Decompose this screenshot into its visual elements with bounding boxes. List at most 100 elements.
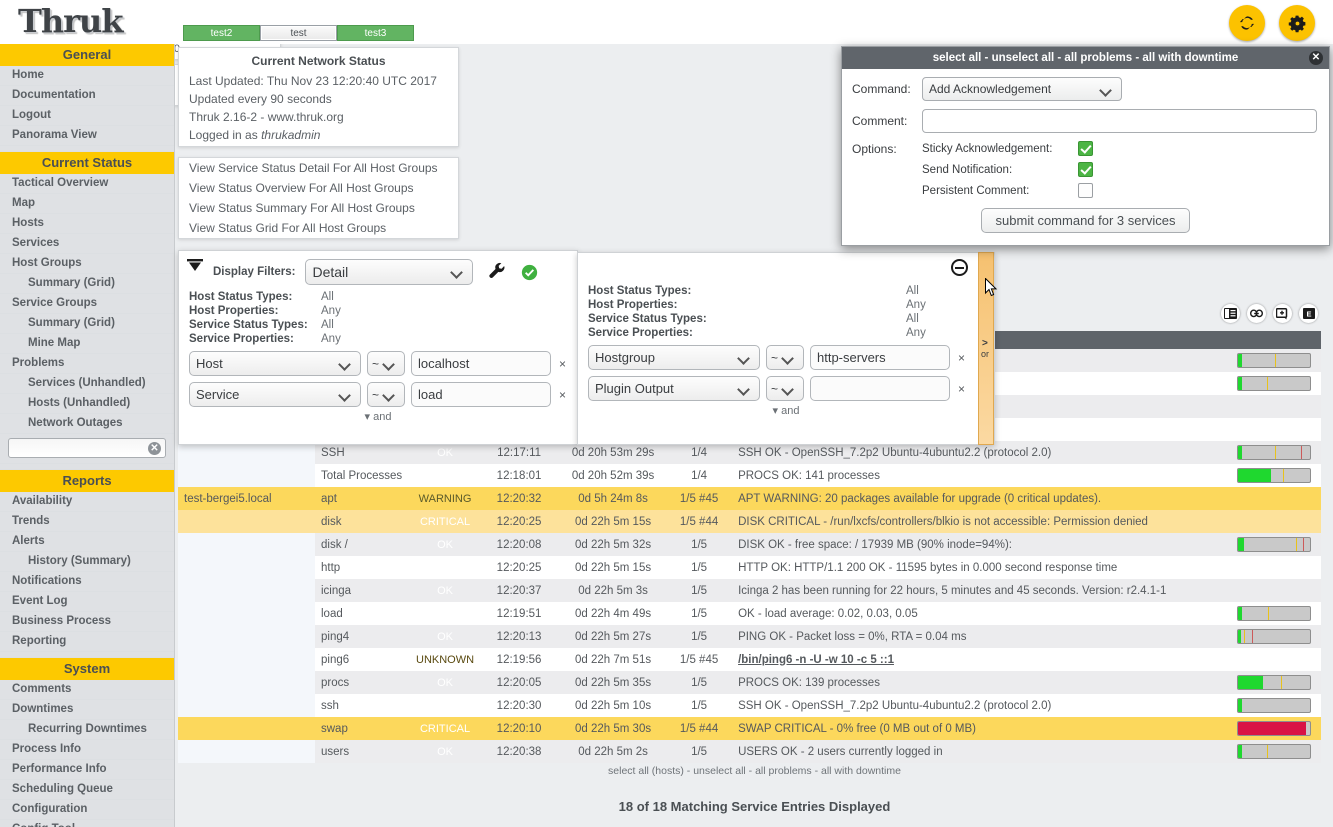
columns-icon[interactable] xyxy=(1221,304,1240,323)
cell-service[interactable]: http xyxy=(315,556,410,579)
status-information-link[interactable]: /bin/ping6 -n -U -w 10 -c 5 ::1 xyxy=(738,654,894,666)
cell-status-information[interactable]: /bin/ping6 -n -U -w 10 -c 5 ::1 xyxy=(730,648,1231,671)
filter-field-select[interactable]: Host xyxy=(189,351,361,376)
sidebar-item-trends[interactable]: Trends xyxy=(0,512,174,532)
sidebar-item-downtimes[interactable]: Downtimes xyxy=(0,700,174,720)
add-bookmark-icon[interactable] xyxy=(1273,304,1292,323)
table-row[interactable]: load OK 12:19:51 0d 22h 4m 49s 1/5 OK - load … xyxy=(178,602,1321,625)
option-checkbox[interactable] xyxy=(1078,162,1093,177)
table-row[interactable]: disk CRITICAL 12:20:25 0d 22h 5m 15s 1/5 #44… xyxy=(178,510,1321,533)
table-row[interactable]: test-bergei5.local apt WARNING 12:20:32 0d 5… xyxy=(178,487,1321,510)
filter-field-select[interactable]: Service xyxy=(189,382,361,407)
cell-host[interactable] xyxy=(178,510,315,533)
filter-operator-select[interactable]: ~ xyxy=(367,351,405,376)
sidebar-item-services-unhandled[interactable]: Services (Unhandled) xyxy=(0,374,174,394)
cell-service[interactable]: Total Processes xyxy=(315,464,410,487)
sidebar-item-availability[interactable]: Availability xyxy=(0,492,174,512)
submit-command-button[interactable]: submit command for 3 services xyxy=(980,208,1191,233)
sidebar-item-hosts-unhandled[interactable]: Hosts (Unhandled) xyxy=(0,394,174,414)
cell-host[interactable] xyxy=(178,579,315,602)
cell-service[interactable]: load xyxy=(315,602,410,625)
sidebar-item-process-info[interactable]: Process Info xyxy=(0,740,174,760)
sidebar-item-event-log[interactable]: Event Log xyxy=(0,592,174,612)
sidebar-item-mine-map[interactable]: Mine Map xyxy=(0,334,174,354)
filter-value-input[interactable] xyxy=(810,345,950,370)
site-tab[interactable]: test3 xyxy=(337,25,414,41)
sidebar-item-notifications[interactable]: Notifications xyxy=(0,572,174,592)
table-row[interactable]: ping4 OK 12:20:13 0d 22h 5m 27s 1/5 PING OK -… xyxy=(178,625,1321,648)
th-performance[interactable] xyxy=(1231,331,1321,349)
sidebar-item-history-summary[interactable]: History (Summary) xyxy=(0,552,174,572)
table-row[interactable]: ping6 UNKNOWN 12:19:56 0d 22h 7m 51s 1/5 #45… xyxy=(178,648,1321,671)
table-row[interactable]: http OK 12:20:25 0d 22h 5m 15s 1/5 HTTP OK: H… xyxy=(178,556,1321,579)
table-row[interactable]: ssh OK 12:20:30 0d 22h 5m 10s 1/5 SSH OK - Op… xyxy=(178,694,1321,717)
sidebar-item-tactical-overview[interactable]: Tactical Overview xyxy=(0,174,174,194)
option-checkbox[interactable] xyxy=(1078,183,1093,198)
filter-operator-select[interactable]: ~ xyxy=(367,382,405,407)
filter-value[interactable]: All xyxy=(906,313,919,325)
sidebar-item-panorama-view[interactable]: Panorama View xyxy=(0,126,174,146)
sidebar-item-config-tool[interactable]: Config Tool xyxy=(0,820,174,827)
cell-service[interactable]: apt xyxy=(315,487,410,510)
and-row[interactable]: ▾ and xyxy=(588,404,984,417)
filter-value-input[interactable] xyxy=(411,351,551,376)
collapse-icon[interactable] xyxy=(187,259,203,272)
cell-host[interactable] xyxy=(178,625,315,648)
sidebar-item-hosts[interactable]: Hosts xyxy=(0,214,174,234)
table-row[interactable]: Total Processes OK 12:18:01 0d 20h 52m 39s 1… xyxy=(178,464,1321,487)
cell-service[interactable]: disk / xyxy=(315,533,410,556)
sidebar-item-performance-info[interactable]: Performance Info xyxy=(0,760,174,780)
settings-button[interactable] xyxy=(1279,5,1315,41)
filter-value[interactable]: Any xyxy=(906,327,926,339)
option-checkbox[interactable] xyxy=(1078,141,1093,156)
cell-service[interactable]: disk xyxy=(315,510,410,533)
filter-value[interactable]: All xyxy=(321,291,334,303)
sidebar-item-summary-grid[interactable]: Summary (Grid) xyxy=(0,274,174,294)
cell-service[interactable]: ping6 xyxy=(315,648,410,671)
comment-input[interactable] xyxy=(922,109,1317,133)
sidebar-item-business-process[interactable]: Business Process xyxy=(0,612,174,632)
sidebar-item-service-groups[interactable]: Service Groups xyxy=(0,294,174,314)
display-filters-select[interactable]: Detail xyxy=(305,259,474,285)
command-modal-title[interactable]: select all - unselect all - all problems… xyxy=(933,52,1238,64)
sidebar-item-documentation[interactable]: Documentation xyxy=(0,86,174,106)
cell-service[interactable]: procs xyxy=(315,671,410,694)
link-icon[interactable] xyxy=(1247,304,1266,323)
remove-filter-icon[interactable]: × xyxy=(559,388,566,402)
refresh-button[interactable] xyxy=(1229,5,1265,41)
cell-host[interactable] xyxy=(178,602,315,625)
sidebar-item-alerts[interactable]: Alerts xyxy=(0,532,174,552)
sidebar-item-home[interactable]: Home xyxy=(0,66,174,86)
sidebar-item-map[interactable]: Map xyxy=(0,194,174,214)
remove-filter-icon[interactable]: × xyxy=(958,351,965,365)
search-input[interactable] xyxy=(8,438,166,458)
sidebar-item-configuration[interactable]: Configuration xyxy=(0,800,174,820)
cell-host[interactable] xyxy=(178,740,315,763)
sidebar-item-scheduling-queue[interactable]: Scheduling Queue xyxy=(0,780,174,800)
cell-host[interactable] xyxy=(178,717,315,740)
sidebar-item-problems[interactable]: Problems xyxy=(0,354,174,374)
bottom-select-links[interactable]: select all (hosts) - unselect all - all … xyxy=(176,765,1333,777)
table-row[interactable]: swap CRITICAL 12:20:10 0d 22h 5m 30s 1/5 #44… xyxy=(178,717,1321,740)
minus-circle-icon[interactable] xyxy=(951,259,968,276)
filter-value[interactable]: Any xyxy=(321,305,341,317)
cell-host[interactable] xyxy=(178,671,315,694)
cell-host[interactable] xyxy=(178,648,315,671)
filter-value[interactable]: All xyxy=(906,285,919,297)
table-row[interactable]: procs OK 12:20:05 0d 22h 5m 35s 1/5 PROCS OK:… xyxy=(178,671,1321,694)
table-row[interactable]: icinga OK 12:20:37 0d 22h 5m 3s 1/5 Icinga 2 … xyxy=(178,579,1321,602)
site-tab[interactable]: test2 xyxy=(183,25,260,41)
filter-field-select[interactable]: Plugin Output xyxy=(588,376,760,401)
filter-field-select[interactable]: Hostgroup xyxy=(588,345,760,370)
cell-host[interactable] xyxy=(178,694,315,717)
excel-export-icon[interactable]: E xyxy=(1299,304,1318,323)
site-tab[interactable]: test xyxy=(260,25,337,41)
view-link[interactable]: View Service Status Detail For All Host … xyxy=(179,158,458,178)
table-row[interactable]: users OK 12:20:38 0d 22h 5m 2s 1/5 USERS OK -… xyxy=(178,740,1321,763)
filter-value-input[interactable] xyxy=(810,376,950,401)
wrench-icon[interactable] xyxy=(487,262,507,282)
cell-host[interactable]: test-bergei5.local xyxy=(178,487,315,510)
sidebar-item-services[interactable]: Services xyxy=(0,234,174,254)
sidebar-item-network-outages[interactable]: Network Outages xyxy=(0,414,174,434)
filter-operator-select[interactable]: ~ xyxy=(766,345,804,370)
